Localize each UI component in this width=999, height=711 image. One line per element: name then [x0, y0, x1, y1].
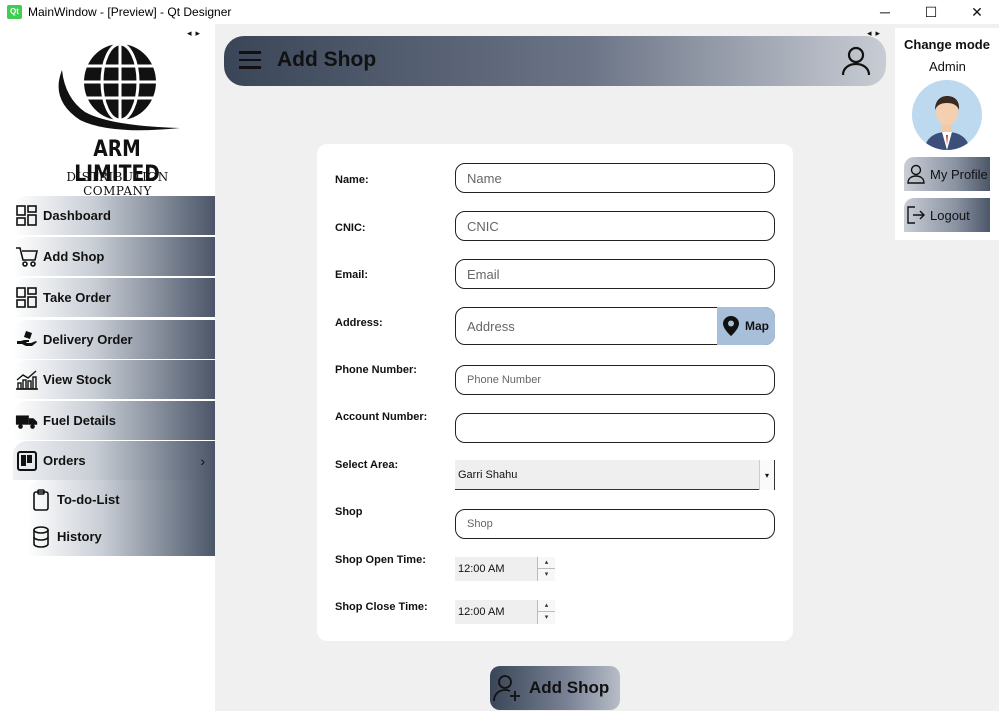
- phone-label: Phone Number:: [335, 364, 417, 376]
- stock-chart-icon: [15, 368, 39, 392]
- sidebar-item-view-stock[interactable]: View Stock: [13, 360, 215, 399]
- logout-label: Logout: [930, 207, 970, 223]
- minimize-button[interactable]: ─: [862, 0, 908, 24]
- add-shop-submit-label: Add Shop: [529, 678, 610, 697]
- maximize-button[interactable]: ☐: [908, 0, 954, 24]
- window-title: MainWindow - [Preview] - Qt Designer: [28, 5, 232, 19]
- area-select-value: Garri Shahu: [458, 468, 518, 481]
- page-title: Add Shop: [277, 48, 377, 71]
- address-label: Address:: [335, 317, 383, 329]
- order-grid-icon: [15, 286, 39, 310]
- company-subtitle: DISTRIBUTION COMPANY: [66, 170, 169, 198]
- sidebar-item-label: History: [57, 529, 102, 544]
- account-number-field[interactable]: [455, 413, 775, 443]
- sidebar-item-dashboard[interactable]: Dashboard: [13, 196, 215, 235]
- chevron-right-icon: ›: [200, 452, 205, 469]
- email-field[interactable]: [455, 259, 775, 289]
- shop-close-time-field[interactable]: 12:00 AM ▴ ▾: [455, 600, 555, 624]
- sidebar-item-history[interactable]: History: [27, 517, 215, 556]
- sidebar-item-label: View Stock: [43, 372, 112, 387]
- sidebar-item-take-order[interactable]: Take Order: [13, 278, 215, 317]
- sidebar-item-label: Fuel Details: [43, 413, 116, 428]
- name-label: Name:: [335, 174, 369, 186]
- account-number-label: Account Number:: [335, 411, 428, 423]
- person-icon: [906, 164, 926, 184]
- window-titlebar: Qt MainWindow - [Preview] - Qt Designer …: [0, 0, 999, 24]
- map-button-label: Map: [745, 319, 769, 333]
- my-profile-label: My Profile: [930, 166, 988, 182]
- logout-icon: [906, 205, 926, 225]
- database-icon: [29, 525, 53, 549]
- open-time-spinner[interactable]: ▴ ▾: [537, 557, 555, 581]
- map-pin-icon: [723, 316, 739, 336]
- delivery-hand-icon: [15, 328, 39, 352]
- sidebar-splitter-handle[interactable]: ◂▸: [187, 28, 204, 39]
- cnic-label: CNIC:: [335, 222, 366, 234]
- name-field[interactable]: [455, 163, 775, 193]
- sidebar-item-add-shop[interactable]: Add Shop: [13, 237, 215, 276]
- clipboard-icon: [29, 488, 53, 512]
- qt-app-icon: Qt: [7, 5, 22, 19]
- spin-down-icon[interactable]: ▾: [538, 612, 555, 624]
- header-bar: Add Shop: [224, 36, 886, 86]
- sidebar-item-label: Add Shop: [43, 249, 105, 264]
- user-role-label: Admin: [929, 59, 966, 74]
- logout-button[interactable]: Logout: [904, 198, 990, 232]
- shop-open-time-label: Shop Open Time:: [335, 554, 426, 566]
- add-user-icon: [493, 675, 520, 702]
- cnic-field[interactable]: [455, 211, 775, 241]
- shop-open-time-value: 12:00 AM: [458, 563, 505, 575]
- map-button[interactable]: Map: [717, 307, 775, 345]
- sidebar-item-label: Take Order: [43, 290, 111, 305]
- cart-icon: [15, 245, 39, 269]
- add-shop-submit-button[interactable]: Add Shop: [490, 666, 620, 710]
- sidebar-item-label: To-do-List: [57, 492, 120, 507]
- select-area-label: Select Area:: [335, 459, 399, 471]
- truck-icon: [15, 409, 39, 433]
- chevron-down-icon[interactable]: ▾: [759, 460, 774, 490]
- kanban-icon: [15, 449, 39, 473]
- shop-open-time-field[interactable]: 12:00 AM ▴ ▾: [455, 557, 555, 581]
- email-label: Email:: [335, 269, 369, 281]
- shop-close-time-value: 12:00 AM: [458, 606, 505, 618]
- close-button[interactable]: ✕: [954, 0, 999, 24]
- shop-label: Shop: [335, 506, 363, 518]
- sidebar-item-to-do-list[interactable]: To-do-List: [27, 480, 215, 519]
- close-time-spinner[interactable]: ▴ ▾: [537, 600, 555, 624]
- user-account-icon[interactable]: [840, 45, 872, 77]
- sidebar-item-label: Dashboard: [43, 208, 111, 223]
- sidebar-item-fuel-details[interactable]: Fuel Details: [13, 401, 215, 440]
- area-select[interactable]: Garri Shahu ▾: [455, 460, 775, 490]
- sidebar-item-orders[interactable]: Orders ›: [13, 441, 215, 480]
- shop-close-time-label: Shop Close Time:: [335, 601, 428, 613]
- sidebar-item-label: Orders: [43, 453, 86, 468]
- dashboard-grid-icon: [15, 204, 39, 228]
- spin-down-icon[interactable]: ▾: [538, 569, 555, 581]
- hamburger-menu-icon[interactable]: [239, 51, 261, 69]
- sidebar-item-delivery-order[interactable]: Delivery Order: [13, 320, 215, 359]
- spin-up-icon[interactable]: ▴: [538, 557, 555, 569]
- avatar: [912, 80, 982, 150]
- change-mode-button[interactable]: Change mode: [904, 37, 990, 52]
- sidebar-item-label: Delivery Order: [43, 332, 133, 347]
- shop-field[interactable]: [455, 509, 775, 539]
- spin-up-icon[interactable]: ▴: [538, 600, 555, 612]
- my-profile-button[interactable]: My Profile: [904, 157, 990, 191]
- phone-field[interactable]: [455, 365, 775, 395]
